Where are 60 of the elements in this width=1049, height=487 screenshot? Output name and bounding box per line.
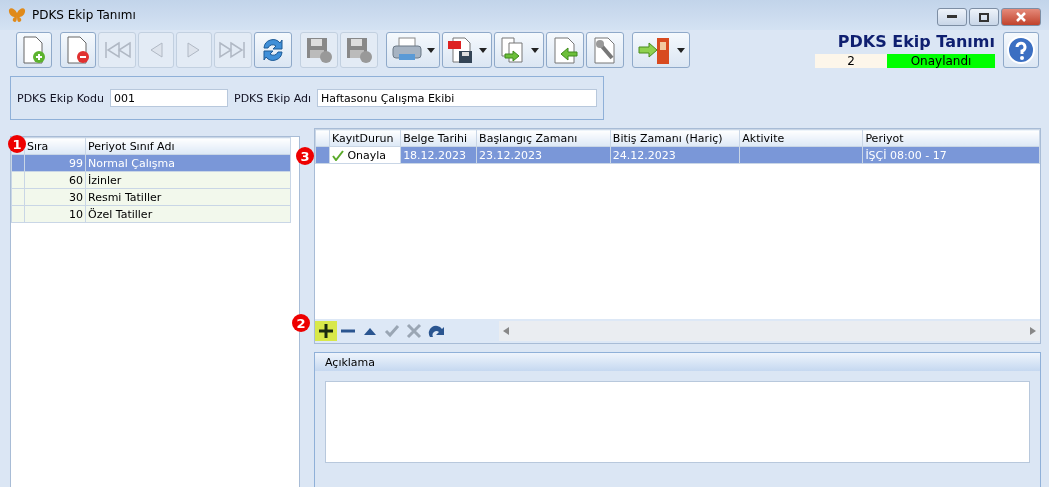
close-button[interactable] <box>1001 8 1041 26</box>
caret-icon <box>677 47 685 53</box>
field-label: PDKS Ekip Kodu <box>17 91 104 105</box>
column-header[interactable]: KayıtDurun <box>329 129 401 147</box>
caret-icon <box>531 47 539 53</box>
pdf-button[interactable] <box>442 32 492 68</box>
caret-icon <box>427 47 435 53</box>
maximize-button[interactable] <box>969 8 999 26</box>
discard-save-icon <box>345 36 373 64</box>
window-title: PDKS Ekip Tanımı <box>32 8 137 22</box>
description-field[interactable] <box>325 381 1030 463</box>
status-label: Onaylandı <box>887 54 995 68</box>
last-icon <box>219 40 247 60</box>
text-field[interactable]: 001 <box>110 89 228 107</box>
grid-row[interactable]: 10 Özel Tatiller <box>11 205 291 223</box>
help-button[interactable] <box>1003 32 1039 68</box>
remove-document-icon <box>65 36 91 64</box>
header-title: PDKS Ekip Tanımı <box>837 32 995 51</box>
grid-row[interactable]: 60 İzinler <box>11 171 291 189</box>
cross-icon <box>406 323 422 339</box>
check-icon <box>384 323 400 339</box>
left-arrow-icon <box>503 327 509 335</box>
first-icon <box>103 40 131 60</box>
column-header[interactable]: Bitiş Zamanı (Hariç) <box>610 129 740 147</box>
redo-icon <box>428 323 446 339</box>
text-field[interactable]: Haftasonu Çalışma Ekibi <box>317 89 597 107</box>
column-header[interactable]: Sıra <box>24 137 86 155</box>
grid-row[interactable]: 30 Resmi Tatiller <box>11 188 291 206</box>
panel-title: Açıklama <box>315 353 1040 371</box>
add-document-icon <box>21 36 47 64</box>
pdf-save-icon <box>447 36 475 64</box>
column-header[interactable]: Başlangıç Zamanı <box>476 129 611 147</box>
horizontal-scrollbar[interactable] <box>499 321 1040 341</box>
add-button[interactable] <box>315 321 337 341</box>
column-header[interactable]: Periyot <box>862 129 1040 147</box>
grid-row[interactable]: Onayla 18.12.2023 23.12.2023 24.12.2023 İŞÇİ 08:00 - 17 <box>315 146 1040 164</box>
minimize-button[interactable] <box>937 8 967 26</box>
step-badge: 2 <box>292 314 310 332</box>
exit-button[interactable] <box>632 32 690 68</box>
butterfly-icon <box>8 7 26 23</box>
plus-icon <box>318 323 334 339</box>
import-document-icon <box>551 36 579 64</box>
record-count: 2 <box>815 54 887 68</box>
maximize-icon <box>979 12 989 22</box>
refresh-button[interactable] <box>254 32 292 68</box>
field-label: PDKS Ekip Adı <box>234 91 312 105</box>
caret-icon <box>479 47 487 53</box>
save-icon <box>305 36 333 64</box>
step-badge: 3 <box>296 147 314 165</box>
column-header[interactable]: Belge Tarihi <box>400 129 477 147</box>
column-header[interactable]: Periyot Sınıf Adı <box>85 137 291 155</box>
tools-button[interactable] <box>586 32 624 68</box>
import-button[interactable] <box>546 32 584 68</box>
step-badge: 1 <box>8 135 26 153</box>
delete-button[interactable] <box>60 32 96 68</box>
minimize-icon <box>947 15 957 19</box>
new-button[interactable] <box>16 32 52 68</box>
column-header[interactable]: Aktivite <box>739 129 863 147</box>
right-arrow-icon <box>1030 327 1036 335</box>
close-icon <box>1015 12 1027 22</box>
